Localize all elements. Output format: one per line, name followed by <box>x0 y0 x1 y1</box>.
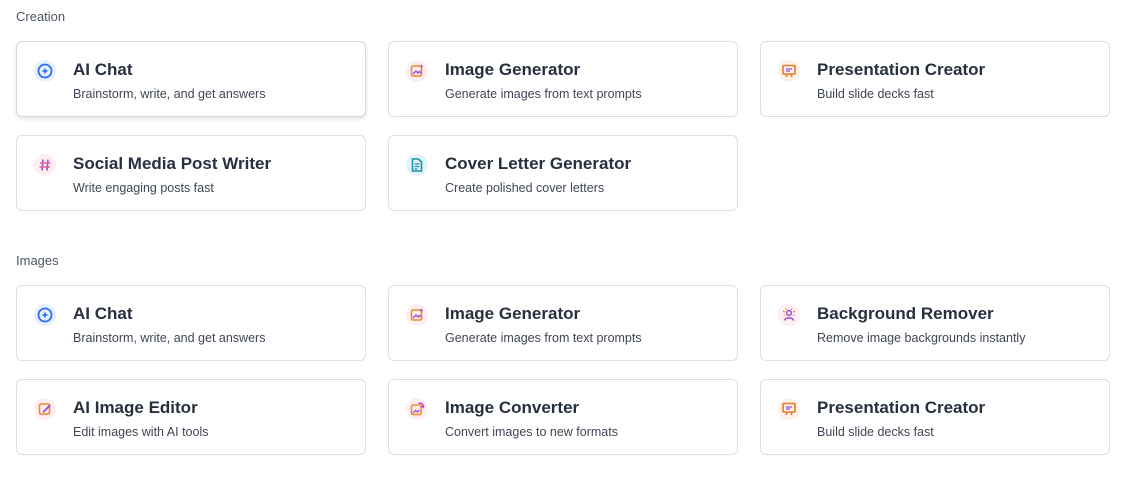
tool-card-cover-letter-generator[interactable]: Cover Letter Generator Create polished c… <box>388 135 738 211</box>
card-description: Brainstorm, write, and get answers <box>73 87 266 101</box>
card-description: Convert images to new formats <box>445 425 618 439</box>
tool-card-background-remover[interactable]: Background Remover Remove image backgrou… <box>760 285 1110 361</box>
card-description: Build slide decks fast <box>817 425 934 439</box>
ai-chat-icon <box>34 60 56 82</box>
presentation-icon <box>778 60 800 82</box>
tool-card-ai-chat[interactable]: AI Chat Brainstorm, write, and get answe… <box>16 285 366 361</box>
card-description: Brainstorm, write, and get answers <box>73 331 266 345</box>
card-title: Presentation Creator <box>817 60 986 79</box>
tool-card-ai-chat[interactable]: AI Chat Brainstorm, write, and get answe… <box>16 41 366 117</box>
section-label-creation: Creation <box>16 9 66 24</box>
card-description: Generate images from text prompts <box>445 331 642 345</box>
section-label-images: Images <box>16 253 59 268</box>
card-title: Background Remover <box>817 304 994 323</box>
hashtag-icon <box>34 154 56 176</box>
image-generator-icon <box>406 60 428 82</box>
document-icon <box>406 154 428 176</box>
tool-card-image-generator[interactable]: Image Generator Generate images from tex… <box>388 285 738 361</box>
image-generator-icon <box>406 304 428 326</box>
card-description: Remove image backgrounds instantly <box>817 331 1026 345</box>
card-description: Build slide decks fast <box>817 87 934 101</box>
presentation-icon <box>778 398 800 420</box>
card-description: Generate images from text prompts <box>445 87 642 101</box>
background-remover-icon <box>778 304 800 326</box>
card-title: AI Chat <box>73 304 133 323</box>
card-title: Image Converter <box>445 398 580 417</box>
tool-card-image-generator[interactable]: Image Generator Generate images from tex… <box>388 41 738 117</box>
tool-card-presentation-creator[interactable]: Presentation Creator Build slide decks f… <box>760 41 1110 117</box>
card-description: Create polished cover letters <box>445 181 605 195</box>
card-title: Presentation Creator <box>817 398 986 417</box>
tool-card-image-converter[interactable]: Image Converter Convert images to new fo… <box>388 379 738 455</box>
card-title: Image Generator <box>445 304 581 323</box>
card-title: Image Generator <box>445 60 581 79</box>
card-title: AI Chat <box>73 60 133 79</box>
image-editor-icon <box>34 398 56 420</box>
card-title: Social Media Post Writer <box>73 154 272 173</box>
tool-card-ai-image-editor[interactable]: AI Image Editor Edit images with AI tool… <box>16 379 366 455</box>
card-description: Write engaging posts fast <box>73 181 214 195</box>
tool-card-presentation-creator[interactable]: Presentation Creator Build slide decks f… <box>760 379 1110 455</box>
ai-chat-icon <box>34 304 56 326</box>
card-title: AI Image Editor <box>73 398 198 417</box>
card-title: Cover Letter Generator <box>445 154 632 173</box>
tool-card-social-media-post-writer[interactable]: Social Media Post Writer Write engaging … <box>16 135 366 211</box>
card-description: Edit images with AI tools <box>73 425 209 439</box>
image-converter-icon <box>406 398 428 420</box>
